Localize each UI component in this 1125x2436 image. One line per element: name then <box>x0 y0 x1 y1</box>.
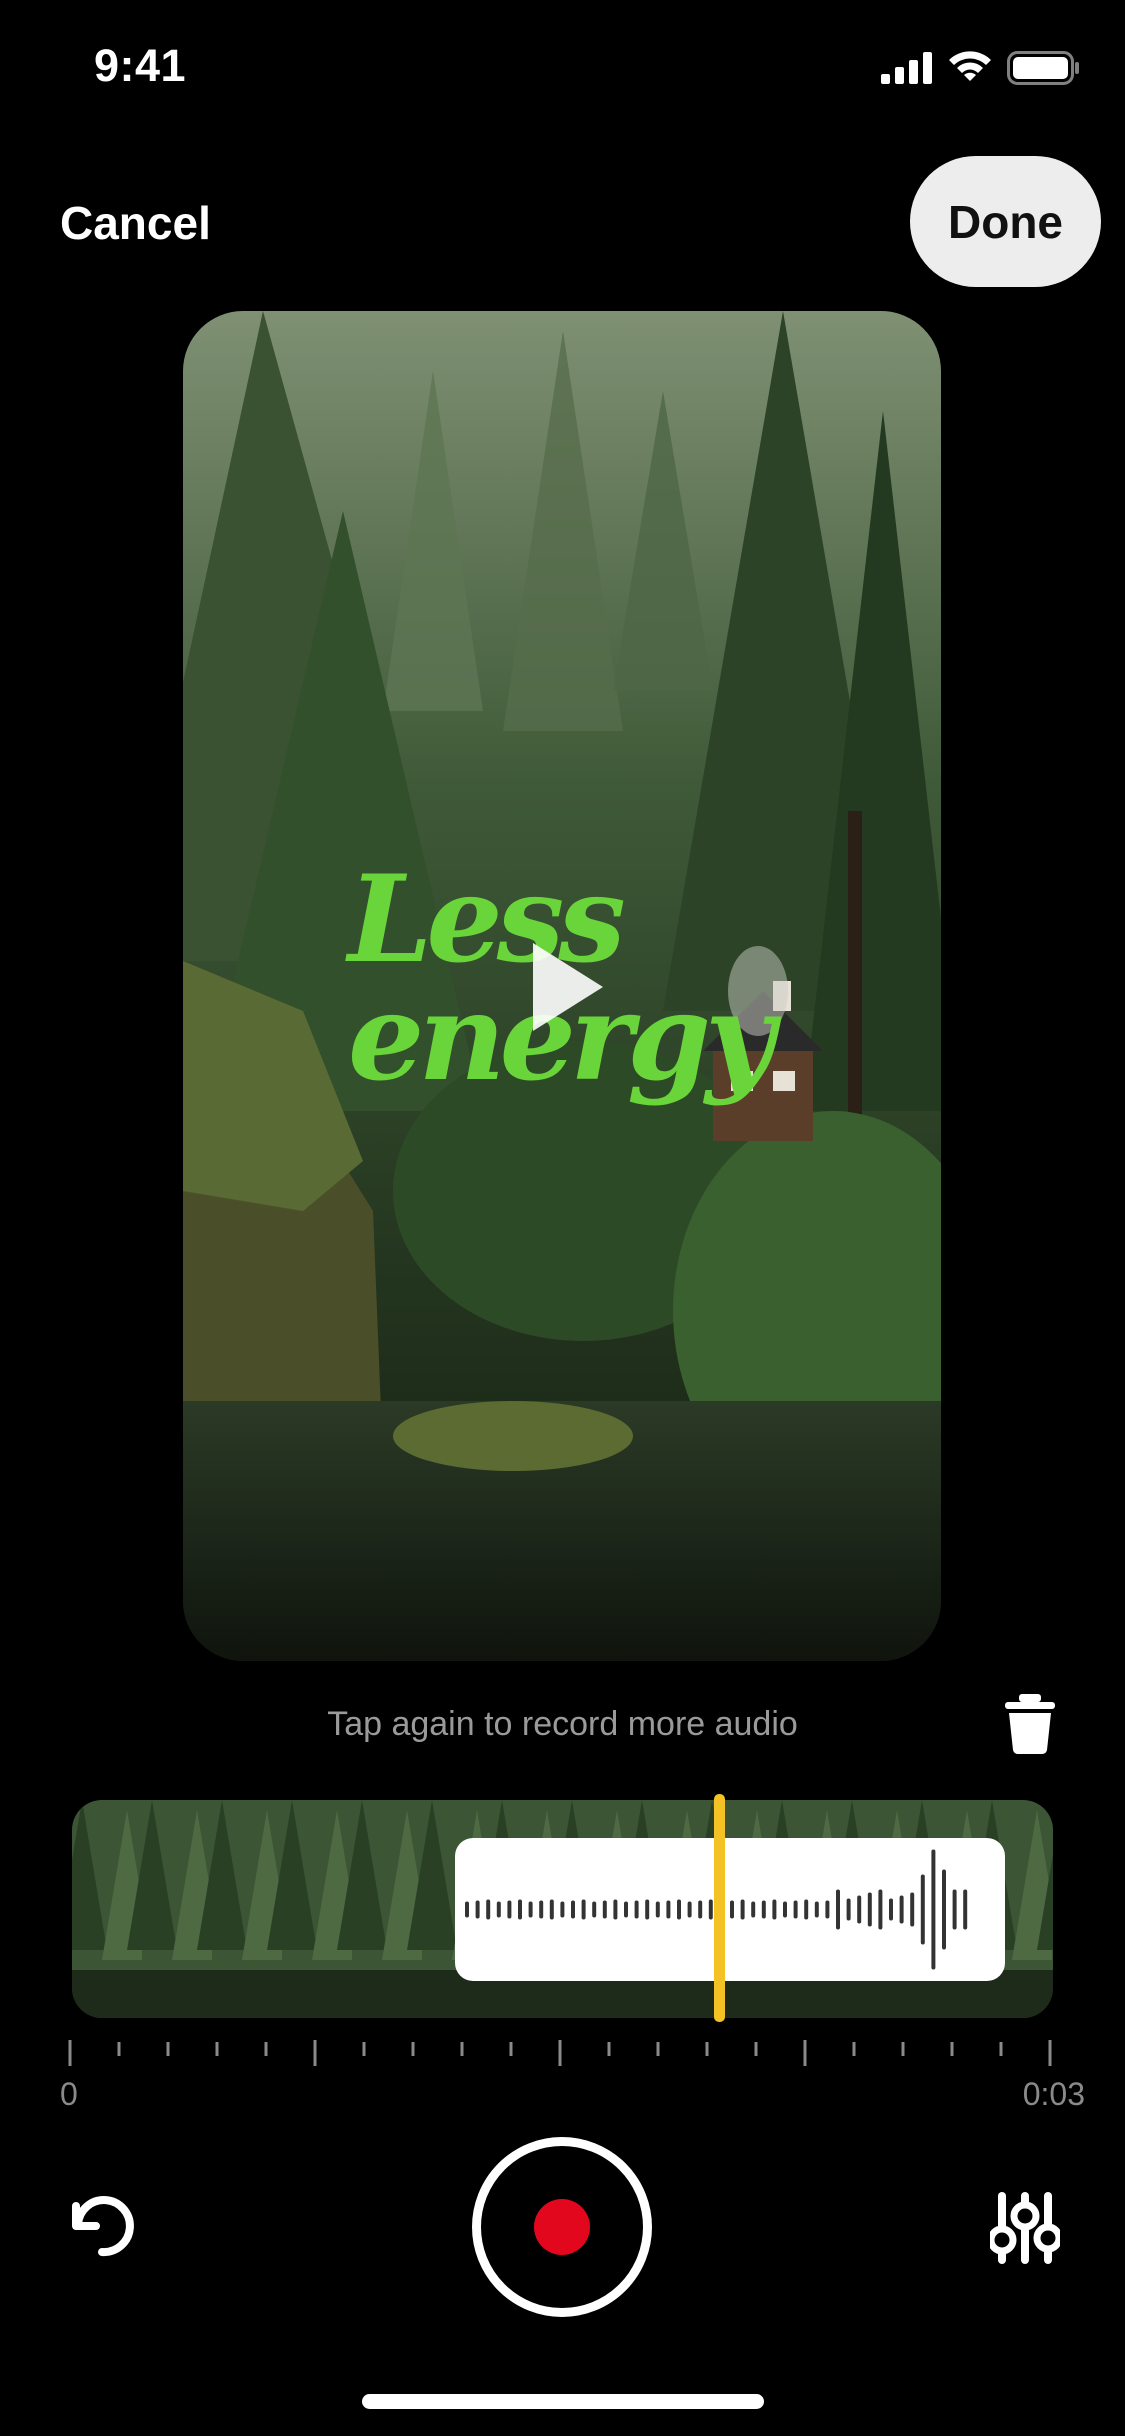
waveform-bar <box>624 1901 628 1918</box>
signal-icon <box>881 52 932 84</box>
waveform-bar <box>857 1895 862 1924</box>
waveform-bar <box>486 1899 491 1920</box>
waveform-bar <box>496 1901 501 1918</box>
waveform-bar <box>825 1900 830 1919</box>
done-button[interactable]: Done <box>910 156 1101 287</box>
waveform-bar <box>804 1899 809 1920</box>
waveform-bar <box>687 1901 692 1918</box>
waveform-bar <box>581 1899 586 1920</box>
record-hint: Tap again to record more audio <box>327 1705 798 1743</box>
audio-clip[interactable] <box>455 1838 1005 1981</box>
waveform-bar <box>846 1898 851 1921</box>
waveform-bar <box>708 1899 713 1920</box>
cancel-button[interactable]: Cancel <box>60 196 211 250</box>
waveform-bar <box>772 1899 777 1920</box>
waveform-bar <box>761 1900 766 1919</box>
battery-icon <box>1007 51 1079 85</box>
waveform-bar <box>602 1900 607 1919</box>
waveform-bar <box>634 1900 639 1919</box>
waveform-bar <box>613 1899 618 1920</box>
waveform-bar <box>836 1889 840 1930</box>
waveform-bar <box>783 1901 787 1918</box>
waveform-bar <box>867 1892 872 1927</box>
waveform-bar <box>889 1898 893 1921</box>
waveform-bar <box>528 1901 533 1918</box>
waveform-bar <box>793 1900 798 1919</box>
waveform-bar <box>645 1899 650 1920</box>
undo-icon[interactable] <box>68 2190 138 2260</box>
time-start-label: 0 <box>60 2076 78 2112</box>
record-icon <box>534 2199 590 2255</box>
status-icons <box>881 48 1081 88</box>
waveform-bar <box>571 1900 575 1919</box>
status-time: 9:41 <box>94 40 187 91</box>
waveform-bar <box>666 1900 671 1919</box>
waveform-bar <box>910 1892 915 1927</box>
waveform-bar <box>539 1900 544 1919</box>
waveform-bar <box>730 1900 734 1919</box>
time-ruler <box>68 2040 1052 2066</box>
waveform-bar <box>475 1900 480 1919</box>
waveform-bar <box>698 1900 703 1919</box>
waveform-bar <box>952 1889 957 1930</box>
waveform <box>465 1849 968 1970</box>
waveform-bar <box>465 1901 469 1918</box>
play-icon[interactable] <box>533 943 603 1031</box>
waveform-bar <box>751 1901 756 1918</box>
waveform-bar <box>963 1889 968 1930</box>
video-preview[interactable]: Less energy <box>183 311 941 1661</box>
waveform-bar <box>920 1874 925 1945</box>
home-indicator <box>362 2394 764 2409</box>
waveform-bar <box>655 1901 660 1918</box>
time-end-label: 0:03 <box>1022 2076 1085 2112</box>
waveform-bar <box>549 1899 554 1920</box>
waveform-bar <box>560 1901 565 1918</box>
playhead[interactable] <box>714 1794 725 2022</box>
waveform-bar <box>942 1869 946 1950</box>
waveform-bar <box>899 1895 904 1924</box>
trash-icon[interactable] <box>1005 1694 1055 1754</box>
waveform-bar <box>518 1899 522 1920</box>
waveform-bar <box>740 1899 745 1920</box>
waveform-bar <box>507 1900 512 1919</box>
waveform-bar <box>878 1889 883 1930</box>
wifi-icon <box>949 51 991 81</box>
waveform-bar <box>677 1899 681 1920</box>
sliders-icon[interactable] <box>990 2192 1060 2264</box>
waveform-bar <box>814 1901 819 1918</box>
waveform-bar <box>592 1901 597 1918</box>
waveform-bar <box>931 1849 936 1970</box>
record-button[interactable] <box>472 2137 652 2317</box>
